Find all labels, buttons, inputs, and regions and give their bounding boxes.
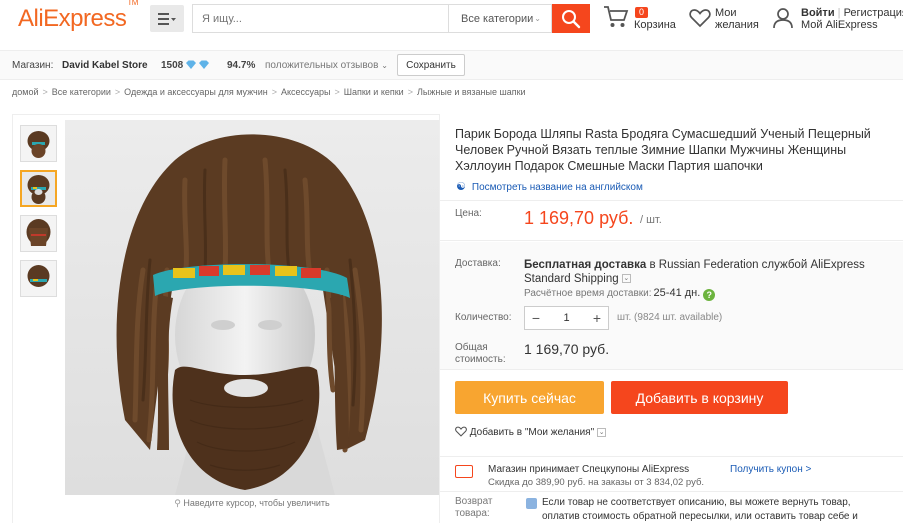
breadcrumb-item[interactable]: Одежда и аксессуары для мужчин (124, 87, 268, 97)
chevron-down-icon[interactable]: ⌄ (597, 427, 607, 437)
wishlist-label-1: Мои (715, 7, 737, 19)
total-price: 1 169,70 руб. (524, 341, 610, 357)
store-label: Магазин: (12, 60, 54, 71)
return-policy-icon (526, 498, 537, 509)
increase-button[interactable]: + (586, 310, 608, 326)
aliexpress-logo[interactable]: AliExpressTM (18, 0, 138, 33)
product-price: 1 169,70 руб. (524, 208, 634, 228)
save-store-button[interactable]: Сохранить (397, 54, 465, 76)
breadcrumb-item[interactable]: Все категории (52, 87, 111, 97)
product-gallery: ⚲ Наведите курсор, чтобы увеличить (12, 114, 440, 523)
coupon-icon (455, 465, 473, 478)
chevron-down-icon[interactable]: ⌄ (621, 274, 631, 284)
breadcrumb: домой > Все категории > Одежда и аксессуары … (12, 87, 526, 97)
breadcrumb-item[interactable]: домой (12, 87, 38, 97)
decrease-button[interactable]: − (525, 310, 547, 326)
divider: | (837, 7, 841, 19)
gallery-thumbnail[interactable] (20, 125, 57, 162)
cart-count-badge: 0 (635, 7, 649, 18)
coupon-section: Магазин принимает Спецкупоны AliExpress … (440, 456, 903, 492)
wishlist-label-2: желания (715, 19, 759, 31)
diamond-rating-icon (186, 60, 209, 69)
cart-label: Корзина (634, 19, 676, 31)
user-icon (773, 8, 793, 29)
help-icon[interactable]: ? (703, 289, 716, 301)
quantity-stepper[interactable]: − 1 + (524, 306, 609, 330)
price-label: Цена: (455, 208, 482, 219)
wishlist-link[interactable]: Мои желания (689, 5, 769, 33)
menu-icon (158, 12, 176, 25)
product-title: Парик Борода Шляпы Rasta Бродяга Сумасше… (455, 127, 871, 173)
buy-now-button[interactable]: Купить сейчас (455, 381, 604, 414)
heart-icon (455, 426, 467, 437)
store-score: 1508 (161, 60, 184, 71)
search-input[interactable] (192, 4, 448, 33)
zoom-hint-text: Наведите курсор, чтобы увеличить (183, 498, 330, 508)
product-main-image[interactable] (65, 120, 439, 495)
categories-menu-button[interactable] (150, 5, 184, 32)
add-to-cart-button[interactable]: Добавить в корзину (611, 381, 788, 414)
return-policy-text: Если товар не соответствует описанию, вы… (542, 497, 858, 522)
translate-title-link[interactable]: ☯ Посмотреть название на английском (456, 180, 643, 193)
my-aliexpress-link[interactable]: Мой AliExpress (801, 19, 878, 31)
product-photo (65, 120, 439, 495)
quantity-label: Количество: (455, 312, 512, 323)
quantity-available: шт. (9824 шт. available) (617, 312, 723, 323)
magnifier-icon: ⚲ (174, 498, 181, 508)
positive-feedback-pct: 94.7% (227, 60, 256, 71)
breadcrumb-item-current: Лыжные и вязаные шапки (416, 87, 526, 97)
search-category-label: Все категории (461, 12, 534, 25)
search-category-select[interactable]: Все категории ⌄ (448, 4, 552, 33)
gallery-thumbnail[interactable] (20, 215, 57, 252)
delivery-eta: Расчётное время доставки: 25-41 дн.? (524, 287, 716, 301)
account-menu[interactable]: Войти | Регистрация Мой AliExpress (772, 5, 903, 33)
gallery-thumbnail-active[interactable] (20, 170, 57, 207)
breadcrumb-item[interactable]: Шапки и кепки (344, 87, 404, 97)
search-button[interactable] (552, 4, 590, 33)
chevron-down-icon: ⌄ (534, 14, 541, 23)
price-unit: / шт. (640, 214, 662, 226)
add-to-wishlist-link[interactable]: Добавить в "Мои желания" ⌄ (455, 426, 607, 438)
quantity-value[interactable]: 1 (547, 312, 586, 324)
shipping-method[interactable]: Бесплатная доставка в Russian Federation… (524, 258, 894, 286)
return-label: Возврат товара: (455, 496, 493, 519)
chevron-down-icon: ⌄ (381, 61, 388, 70)
heart-icon (689, 9, 711, 28)
zoom-hint: ⚲ Наведите курсор, чтобы увеличить (65, 498, 439, 509)
register-link[interactable]: Регистрация (844, 7, 903, 19)
site-header: AliExpressTM Все категории ⌄ 0 Корзина М… (0, 0, 903, 40)
cart-link[interactable]: 0 Корзина (603, 5, 683, 33)
translate-icon: ☯ (456, 181, 466, 193)
positive-feedback-label[interactable]: положительных отзывов ⌄ (265, 60, 388, 71)
breadcrumb-item[interactable]: Аксессуары (281, 87, 330, 97)
cart-icon (604, 6, 629, 27)
coupon-title: Магазин принимает Спецкупоны AliExpress (488, 464, 690, 475)
search-icon (562, 9, 581, 28)
total-label: Общая стоимость: (455, 342, 506, 365)
store-name-link[interactable]: David Kabel Store (62, 60, 148, 71)
gallery-thumbnail[interactable] (20, 260, 57, 297)
delivery-label: Доставка: (455, 258, 501, 269)
price-row (440, 200, 903, 241)
coupon-detail: Скидка до 389,90 руб. на заказы от 3 834… (488, 477, 705, 488)
store-bar: Магазин: David Kabel Store 1508 94.7% по… (0, 50, 903, 80)
get-coupon-link[interactable]: Получить купон > (730, 464, 811, 475)
login-link[interactable]: Войти (801, 7, 835, 19)
